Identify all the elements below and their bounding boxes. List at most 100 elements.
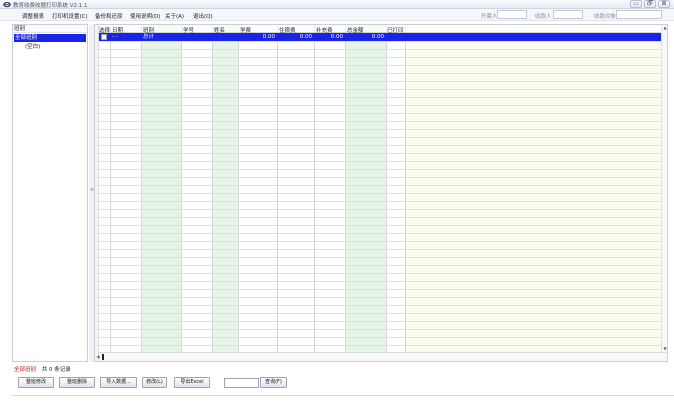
scroll-up-icon[interactable]: ▲ <box>662 25 667 31</box>
grid-row-line <box>99 305 667 306</box>
grid-row-line <box>99 57 667 58</box>
class-tree-header: 班别 <box>13 25 87 33</box>
cell-supplement: 0.00 <box>330 34 343 40</box>
query-button[interactable]: 查询(F) <box>260 377 287 388</box>
query-input[interactable] <box>224 378 259 388</box>
maximize-button[interactable]: 🗗 <box>644 0 656 8</box>
grid-row-line <box>99 217 667 218</box>
column-class-bg <box>141 25 181 352</box>
menu-backup-restore[interactable]: 备份和还原 <box>95 12 123 20</box>
grid-row-line <box>99 329 667 330</box>
status-current-class: 全部班别 <box>14 367 37 373</box>
export-excel-button[interactable]: 导出Excel <box>174 377 210 388</box>
grid-row-line <box>99 273 667 274</box>
status-record-count: 共 0 条记录 <box>41 367 71 373</box>
grid-row-line <box>99 177 667 178</box>
grid-row-line <box>99 265 667 266</box>
cell-tuition: 0.00 <box>262 34 275 40</box>
cell-accommodation: 0.00 <box>299 34 312 40</box>
grid-row-line <box>99 41 667 42</box>
grid-line <box>110 25 111 352</box>
issuer-label: 开票人 <box>481 14 498 20</box>
grid-row-line <box>99 49 667 50</box>
modify-button[interactable]: 修改(L) <box>142 377 167 388</box>
grid-line <box>277 25 278 352</box>
row-select-checkbox[interactable] <box>101 34 107 40</box>
grid-row-line <box>99 257 667 258</box>
payer-label: 收款对象 <box>594 14 617 20</box>
column-total-bg <box>345 25 386 352</box>
grid-row-line <box>99 185 667 186</box>
horizontal-scroll-thumb[interactable] <box>102 354 104 360</box>
grid-row-line <box>99 145 667 146</box>
grid-row-line <box>99 313 667 314</box>
grid-row-line <box>99 281 667 282</box>
grid-row-line <box>99 129 667 130</box>
grid-row-line <box>99 289 667 290</box>
menu-about[interactable]: 关于(A) <box>165 12 184 20</box>
title-bar: 教育收费收据打印系统 V2.1.1 ▭ 🗗 ⊠ <box>0 0 674 9</box>
grid-row-line <box>99 113 667 114</box>
menu-adjust-report[interactable]: 调整报表 <box>22 12 44 20</box>
status-bar: 全部班别 共 0 条记录 <box>14 365 71 373</box>
grid-line <box>405 25 406 352</box>
minimize-button[interactable]: ▭ <box>630 0 642 8</box>
grid-line <box>314 25 315 352</box>
grid-row-line <box>99 241 667 242</box>
grid-line <box>181 25 182 352</box>
grid-row-line <box>99 97 667 98</box>
grid-line <box>212 25 213 352</box>
grid-row-line <box>99 73 667 74</box>
grid-line <box>141 25 142 352</box>
grid-row-line <box>99 297 667 298</box>
grid-row-line <box>99 105 667 106</box>
tree-item-all-classes[interactable]: 全部班别 <box>14 34 86 42</box>
grid-row-line <box>99 193 667 194</box>
grid-row-line <box>99 201 667 202</box>
menu-instructions[interactable]: 使用说明(D) <box>130 12 161 20</box>
grid-row-line <box>99 337 667 338</box>
cell-class: 总计 <box>143 34 155 40</box>
cell-total: 0.00 <box>371 34 384 40</box>
column-name-bg <box>212 25 238 352</box>
grid-row-line <box>99 81 667 82</box>
app-eye-icon <box>3 1 11 8</box>
bottom-divider <box>12 395 674 396</box>
class-tree-panel: 班别 全部班别 (空白) <box>12 24 88 362</box>
payer-input[interactable] <box>616 10 662 19</box>
grid-row-line <box>99 153 667 154</box>
grid-line <box>345 25 346 352</box>
cell-date: - - <box>112 34 118 40</box>
batch-delete-button[interactable]: 整班删除 <box>59 377 95 388</box>
close-button[interactable]: ⊠ <box>658 0 670 8</box>
scroll-left-icon[interactable]: ◀ <box>95 354 101 360</box>
records-grid: 选择 日期 班别 学号 姓名 学费 住宿费 补充费 总金额 已打印 - - 总计… <box>94 24 668 362</box>
grid-row-line <box>99 249 667 250</box>
grid-row-line <box>99 225 667 226</box>
window-title: 教育收费收据打印系统 V2.1.1 <box>13 3 88 9</box>
menu-printer-settings[interactable]: 打印机设置(C) <box>52 12 88 20</box>
grid-row-line <box>99 169 667 170</box>
menu-bar: 调整报表 打印机设置(C) 备份和还原 使用说明(D) 关于(A) 退出(Q) … <box>0 9 674 21</box>
grid-row-line <box>99 65 667 66</box>
payee-input[interactable] <box>553 10 583 19</box>
grid-row-line <box>99 121 667 122</box>
payee-label: 收款人 <box>535 14 552 20</box>
grid-line <box>238 25 239 352</box>
grid-row-line <box>99 161 667 162</box>
grid-row-line <box>99 137 667 138</box>
menu-exit[interactable]: 退出(Q) <box>193 12 213 20</box>
horizontal-scrollbar[interactable]: ◀ <box>96 352 667 361</box>
issuer-input[interactable] <box>497 10 527 19</box>
import-data-button[interactable]: 导入数据... <box>100 377 137 388</box>
column-empty-bg <box>405 25 667 352</box>
grid-row-line <box>99 233 667 234</box>
batch-edit-button[interactable]: 整班修改 <box>18 377 54 388</box>
grid-line <box>386 25 387 352</box>
grid-row-line <box>99 345 667 346</box>
grid-row-line <box>99 209 667 210</box>
grid-row-line <box>99 89 667 90</box>
vertical-scrollbar[interactable]: ▲ ▼ <box>661 25 667 352</box>
tree-item-blank[interactable]: (空白) <box>25 43 40 51</box>
grid-row-line <box>99 321 667 322</box>
